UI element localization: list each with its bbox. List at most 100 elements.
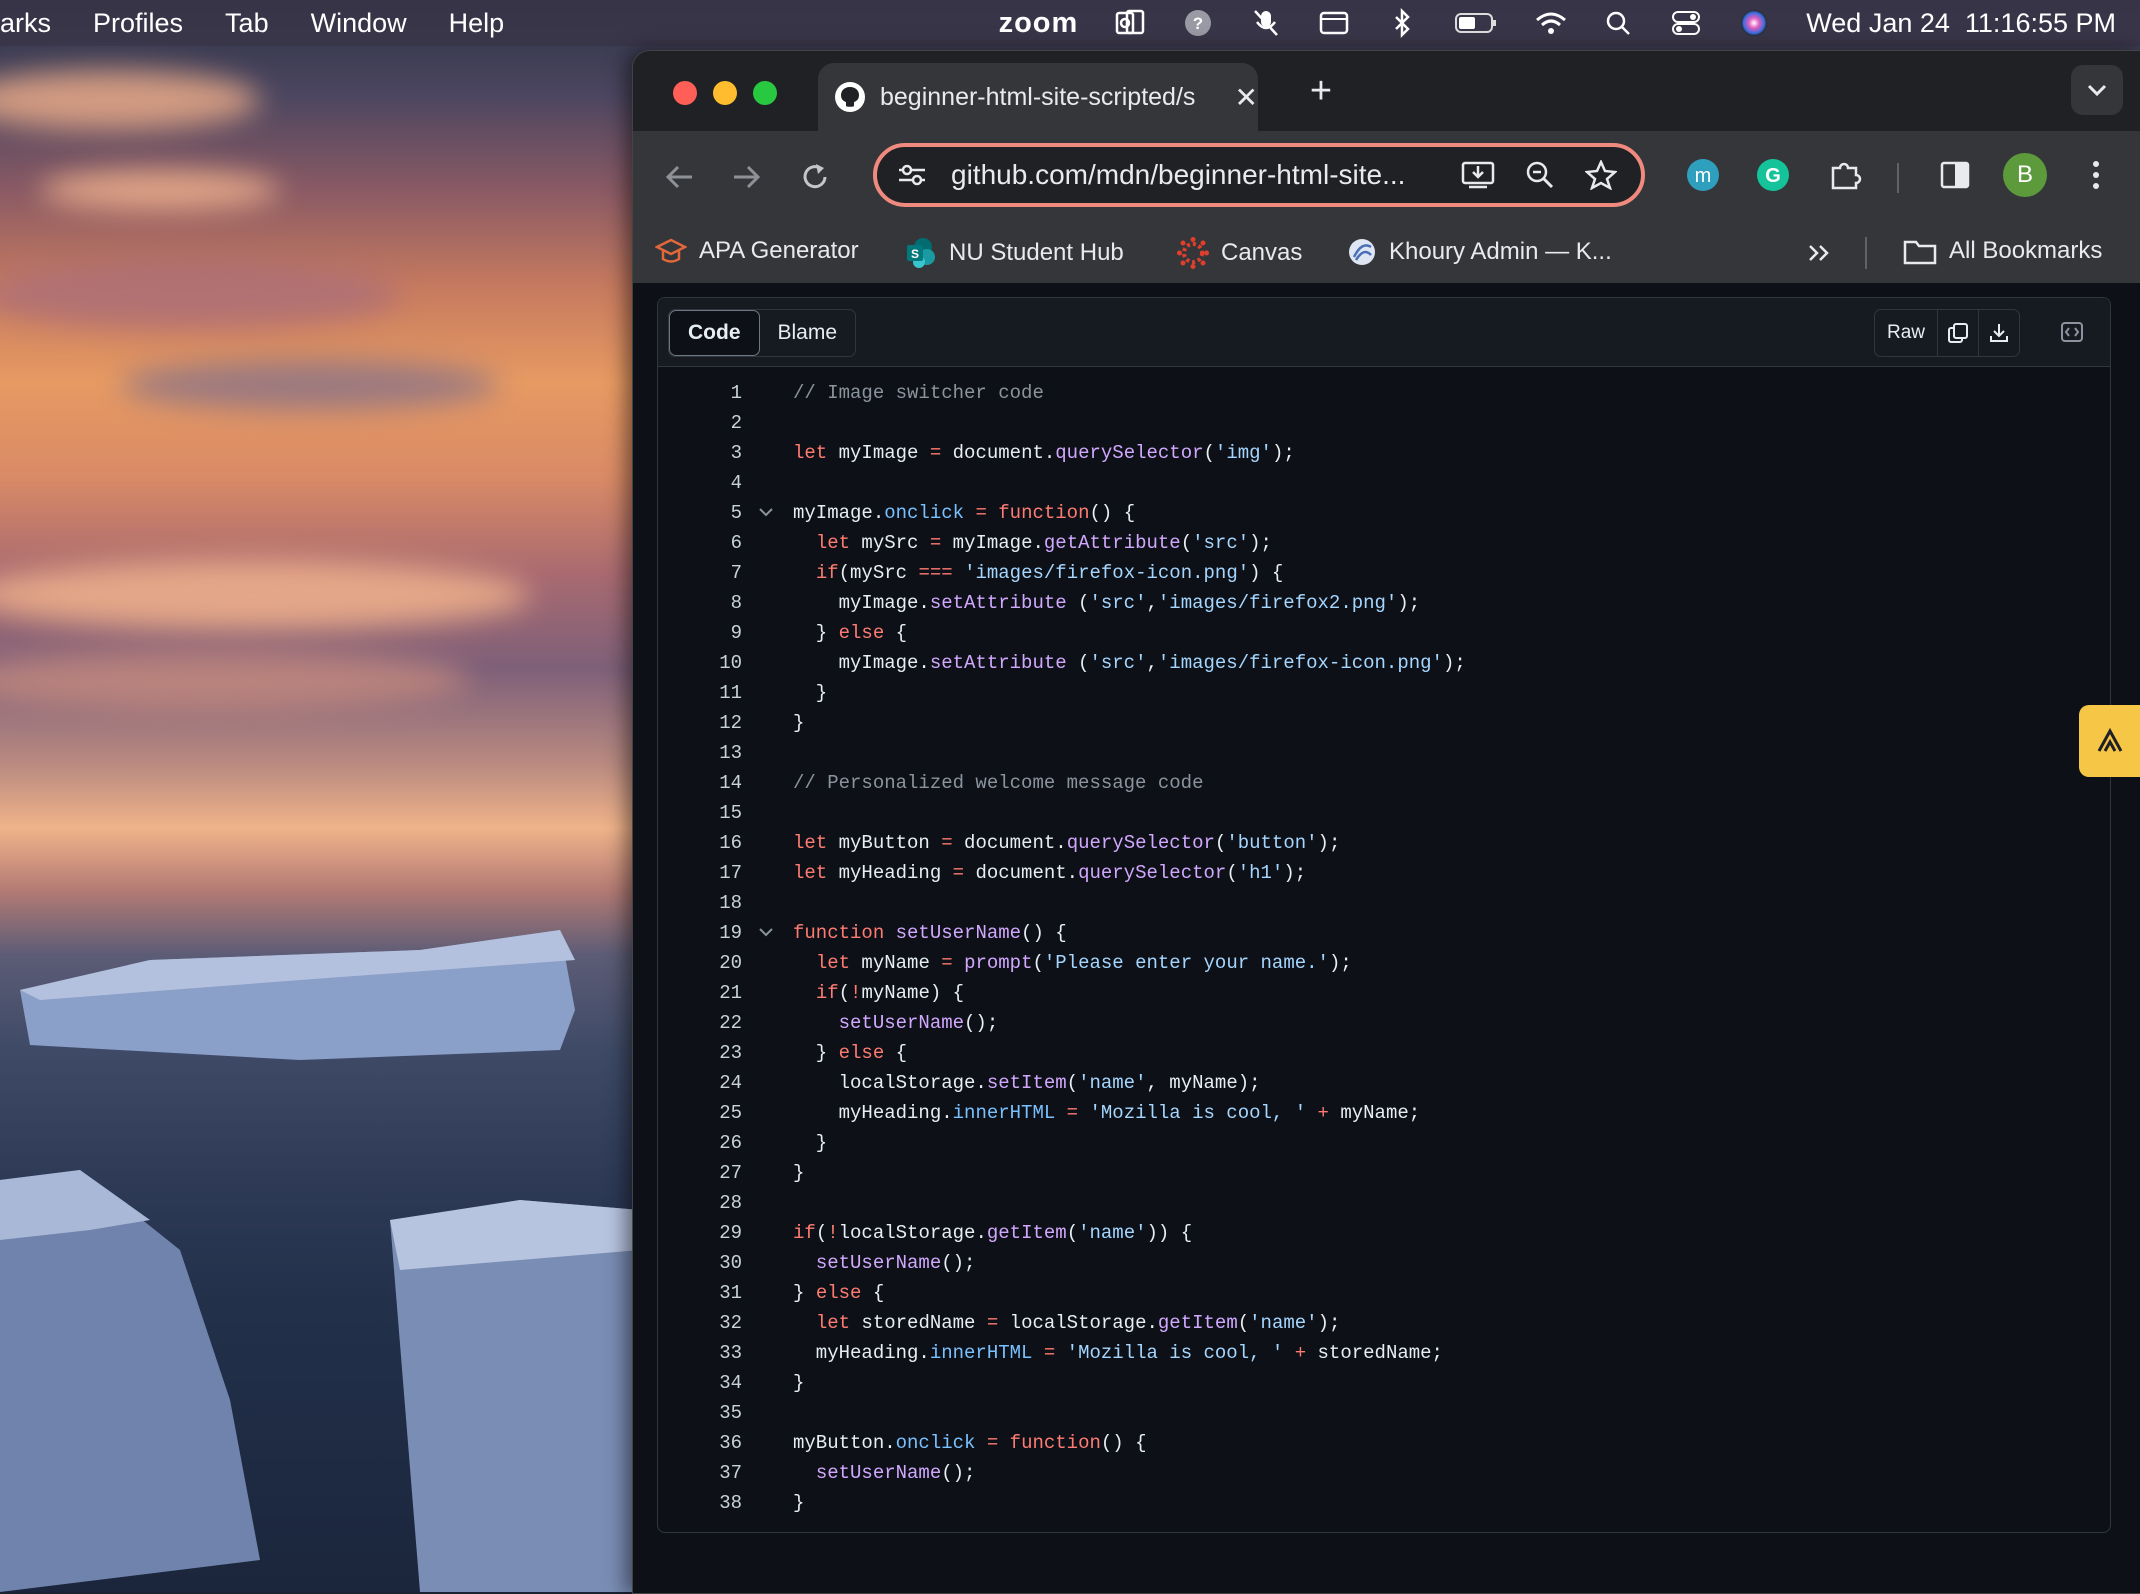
- tab-close-icon[interactable]: ✕: [1235, 81, 1258, 114]
- line-number[interactable]: 20: [658, 948, 742, 978]
- line-number[interactable]: 19: [658, 918, 742, 948]
- bluetooth-icon[interactable]: [1386, 7, 1418, 39]
- address-bar[interactable]: github.com/mdn/beginner-html-site...: [873, 143, 1645, 207]
- line-number[interactable]: 13: [658, 738, 742, 768]
- help-circle-icon[interactable]: ?: [1182, 7, 1214, 39]
- line-source: if(!localStorage.getItem('name')) {: [793, 1222, 1193, 1244]
- menu-app-partial[interactable]: arks: [0, 8, 51, 39]
- line-number[interactable]: 29: [658, 1218, 742, 1248]
- raw-button[interactable]: Raw: [1875, 310, 1938, 356]
- battery-icon[interactable]: [1454, 7, 1498, 39]
- line-number[interactable]: 14: [658, 768, 742, 798]
- line-number[interactable]: 30: [658, 1248, 742, 1278]
- code-listing[interactable]: 1 // Image switcher code 2 3 let myImage = d…: [658, 378, 2110, 1518]
- site-info-icon[interactable]: [897, 162, 931, 188]
- bookmark-canvas[interactable]: Canvas: [1177, 237, 1302, 269]
- symbols-panel-button[interactable]: [2052, 312, 2092, 352]
- line-number[interactable]: 21: [658, 978, 742, 1008]
- line-number[interactable]: 9: [658, 618, 742, 648]
- canvas-icon: [1177, 237, 1209, 269]
- menubar-clock[interactable]: Wed Jan 24 11:16:55 PM: [1806, 8, 2116, 39]
- line-number[interactable]: 6: [658, 528, 742, 558]
- control-center-icon[interactable]: [1670, 7, 1702, 39]
- menu-profiles[interactable]: Profiles: [93, 8, 183, 39]
- menu-tab[interactable]: Tab: [225, 8, 269, 39]
- bookmark-star-icon[interactable]: [1585, 160, 1617, 190]
- download-button[interactable]: [1979, 310, 2019, 356]
- code-line: 11 }: [658, 678, 2110, 708]
- bookmark-khoury-admin[interactable]: Khoury Admin — K...: [1347, 237, 1612, 267]
- line-number[interactable]: 15: [658, 798, 742, 828]
- extension-m-icon[interactable]: m: [1683, 155, 1723, 195]
- tab-blame[interactable]: Blame: [760, 310, 856, 356]
- menu-window[interactable]: Window: [311, 8, 407, 39]
- line-number[interactable]: 22: [658, 1008, 742, 1038]
- line-number[interactable]: 17: [658, 858, 742, 888]
- line-number[interactable]: 36: [658, 1428, 742, 1458]
- line-source: }: [793, 1372, 805, 1394]
- window-maximize-button[interactable]: [753, 81, 777, 105]
- line-number[interactable]: 23: [658, 1038, 742, 1068]
- browser-tab-active[interactable]: beginner-html-site-scripted/s ✕: [818, 63, 1258, 131]
- url-text[interactable]: github.com/mdn/beginner-html-site...: [951, 159, 1451, 191]
- line-number[interactable]: 3: [658, 438, 742, 468]
- install-app-icon[interactable]: [1461, 160, 1495, 190]
- menu-help[interactable]: Help: [449, 8, 505, 39]
- svg-text:?: ?: [1193, 14, 1203, 33]
- grammarly-icon[interactable]: G: [1753, 155, 1793, 195]
- line-number[interactable]: 35: [658, 1398, 742, 1428]
- code-line: 16 let myButton = document.querySelector(…: [658, 828, 2110, 858]
- line-number[interactable]: 26: [658, 1128, 742, 1158]
- zoom-status-item[interactable]: zoom: [999, 7, 1079, 40]
- profile-avatar[interactable]: B: [2003, 153, 2047, 197]
- line-number[interactable]: 38: [658, 1488, 742, 1518]
- mic-muted-icon[interactable]: [1250, 7, 1282, 39]
- extensions-puzzle-icon[interactable]: [1825, 155, 1865, 195]
- screen-record-icon[interactable]: [1318, 7, 1350, 39]
- line-number[interactable]: 32: [658, 1308, 742, 1338]
- code-line: 25 myHeading.innerHTML = 'Mozilla is coo…: [658, 1098, 2110, 1128]
- line-number[interactable]: 27: [658, 1158, 742, 1188]
- window-close-button[interactable]: [673, 81, 697, 105]
- line-source: if(!myName) {: [815, 982, 965, 1004]
- side-panel-icon[interactable]: [1935, 155, 1975, 195]
- file-actions: Raw: [1874, 309, 2020, 357]
- zoom-page-icon[interactable]: [1525, 160, 1555, 190]
- line-number[interactable]: 10: [658, 648, 742, 678]
- line-number[interactable]: 4: [658, 468, 742, 498]
- forward-button[interactable]: [727, 157, 767, 197]
- tab-search-button[interactable]: [2071, 65, 2123, 115]
- bookmark-apa-generator[interactable]: APA Generator: [655, 237, 859, 265]
- bookmarks-overflow-icon[interactable]: [1799, 237, 1839, 269]
- line-number[interactable]: 37: [658, 1458, 742, 1488]
- more-menu-icon[interactable]: [2081, 155, 2111, 195]
- new-tab-button[interactable]: +: [1301, 70, 1341, 112]
- line-number[interactable]: 7: [658, 558, 742, 588]
- line-number[interactable]: 2: [658, 408, 742, 438]
- siri-icon[interactable]: [1738, 7, 1770, 39]
- line-number[interactable]: 24: [658, 1068, 742, 1098]
- line-number[interactable]: 34: [658, 1368, 742, 1398]
- all-bookmarks-button[interactable]: All Bookmarks: [1903, 237, 2102, 265]
- tab-code[interactable]: Code: [669, 310, 760, 356]
- outlook-icon[interactable]: [1114, 7, 1146, 39]
- line-number[interactable]: 18: [658, 888, 742, 918]
- line-number[interactable]: 16: [658, 828, 742, 858]
- line-number[interactable]: 33: [658, 1338, 742, 1368]
- copy-raw-button[interactable]: [1938, 310, 1979, 356]
- line-number[interactable]: 12: [658, 708, 742, 738]
- back-button[interactable]: [659, 157, 699, 197]
- window-minimize-button[interactable]: [713, 81, 737, 105]
- line-number[interactable]: 1: [658, 378, 742, 408]
- wifi-icon[interactable]: [1534, 7, 1567, 39]
- spotlight-search-icon[interactable]: [1602, 7, 1634, 39]
- line-number[interactable]: 28: [658, 1188, 742, 1218]
- bookmark-nu-student-hub[interactable]: S NU Student Hub: [905, 237, 1124, 269]
- line-number[interactable]: 5: [658, 498, 742, 528]
- reload-button[interactable]: [795, 157, 835, 197]
- extension-side-tab[interactable]: [2079, 705, 2140, 777]
- line-number[interactable]: 31: [658, 1278, 742, 1308]
- line-number[interactable]: 8: [658, 588, 742, 618]
- line-number[interactable]: 25: [658, 1098, 742, 1128]
- line-number[interactable]: 11: [658, 678, 742, 708]
